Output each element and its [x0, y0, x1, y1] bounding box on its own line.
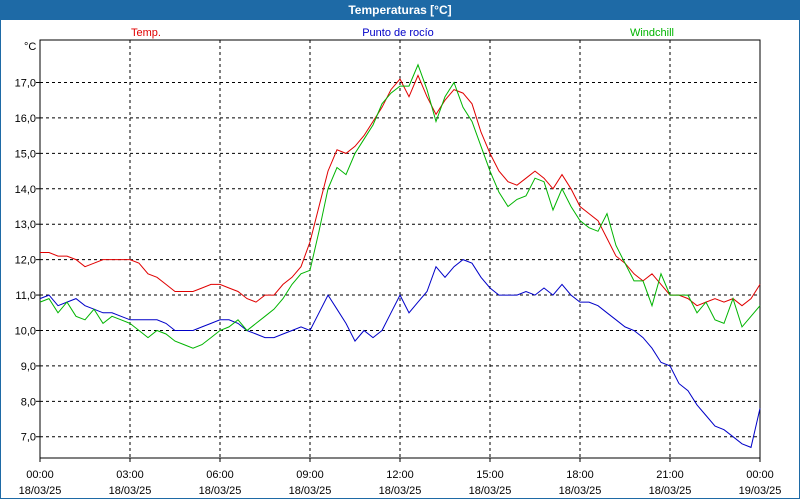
y-axis-unit-label: °C	[24, 41, 36, 53]
y-tick-label: 17,0	[15, 78, 36, 90]
x-tick-time-label: 15:00	[476, 469, 504, 481]
x-tick-time-label: 03:00	[116, 469, 144, 481]
x-tick-time-label: 09:00	[296, 469, 324, 481]
y-tick-label: 16,0	[15, 113, 36, 125]
x-tick-time-label: 18:00	[566, 469, 594, 481]
x-tick-date-label: 18/03/25	[559, 485, 602, 497]
y-tick-label: 13,0	[15, 219, 36, 231]
x-tick-time-label: 12:00	[386, 469, 414, 481]
x-tick-time-label: 06:00	[206, 469, 234, 481]
y-tick-label: 7,0	[21, 432, 36, 444]
x-tick-date-label: 18/03/25	[289, 485, 332, 497]
temperature-chart: °C Temp. Punto de rocío Windchill 7,0 8,0…	[15, 27, 782, 497]
x-tick-date-label: 18/03/25	[199, 485, 242, 497]
y-tick-label: 8,0	[21, 396, 36, 408]
legend-windchill: Windchill	[630, 27, 674, 39]
x-tick-time-label: 21:00	[656, 469, 684, 481]
y-tick-label: 10,0	[15, 325, 36, 337]
y-tick-label: 12,0	[15, 255, 36, 267]
x-tick-time-label: 00:00	[746, 469, 774, 481]
y-tick-label: 9,0	[21, 361, 36, 373]
y-tick-label: 11,0	[15, 290, 36, 302]
x-tick-date-label: 18/03/25	[19, 485, 62, 497]
x-tick-time-label: 00:00	[26, 469, 54, 481]
x-tick-date-label: 18/03/25	[109, 485, 152, 497]
x-tick-date-label: 18/03/25	[469, 485, 512, 497]
legend-temp: Temp.	[131, 27, 161, 39]
grid	[40, 40, 760, 458]
x-tick-date-label: 18/03/25	[649, 485, 692, 497]
legend-dewpoint: Punto de rocío	[362, 27, 434, 39]
x-tick-date-label: 19/03/25	[739, 485, 782, 497]
y-tick-label: 14,0	[15, 184, 36, 196]
y-tick-label: 15,0	[15, 148, 36, 160]
x-tick-date-label: 18/03/25	[379, 485, 422, 497]
